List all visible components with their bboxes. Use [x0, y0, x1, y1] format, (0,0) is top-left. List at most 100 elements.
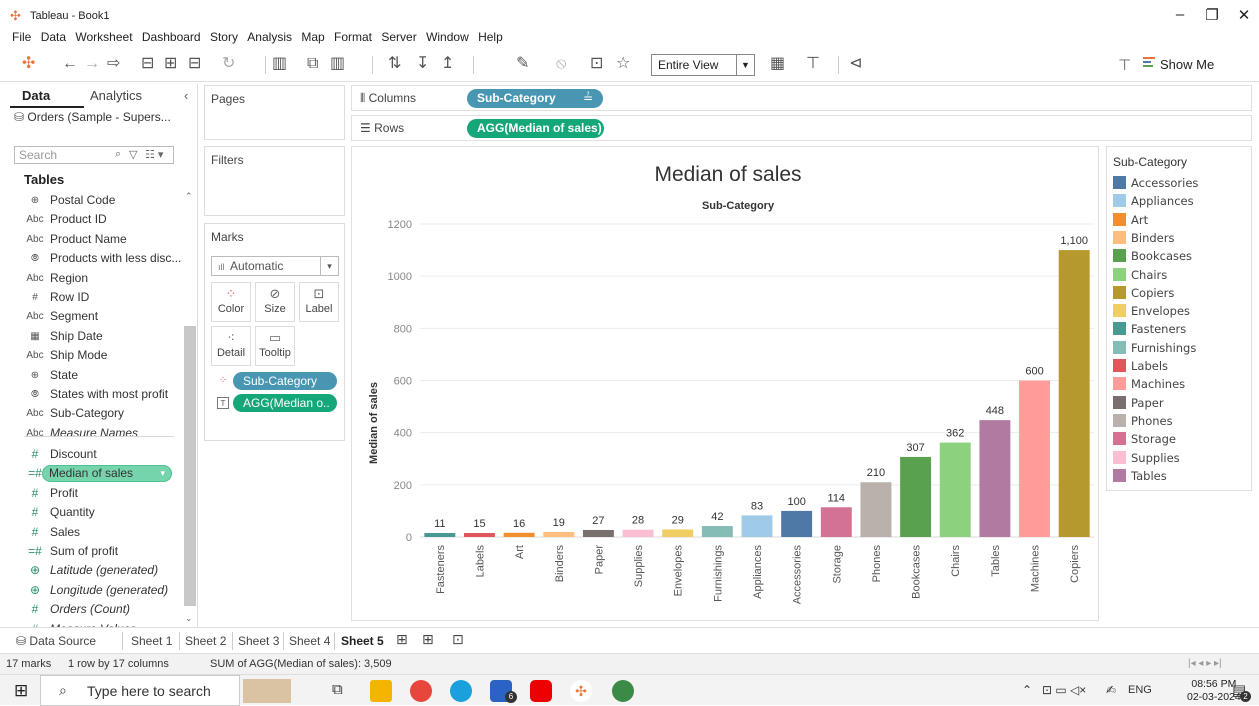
color-pill-sub-category[interactable]: Sub-Category: [233, 372, 337, 390]
legend-item[interactable]: Bookcases: [1113, 249, 1192, 267]
presentation-icon[interactable]: ⊤: [806, 55, 820, 73]
menu-format[interactable]: Format: [334, 30, 372, 44]
tab-sheet-4[interactable]: Sheet 4: [289, 634, 330, 648]
bar-appliances[interactable]: [741, 515, 773, 537]
file-explorer-icon[interactable]: [370, 680, 392, 702]
legend-item[interactable]: Paper: [1113, 395, 1164, 414]
bar-copiers[interactable]: [1058, 250, 1090, 537]
duplicate-sheet-icon[interactable]: ⧉: [307, 55, 318, 73]
field-item[interactable]: Abc Product Name: [0, 230, 182, 249]
menu-map[interactable]: Map: [301, 30, 324, 44]
new-dashboard-icon[interactable]: ⊞: [422, 631, 434, 648]
view-options-icon[interactable]: ☷ ▾: [145, 148, 163, 161]
bar-art[interactable]: [503, 532, 535, 537]
color-legend[interactable]: Sub-Category Accessories Appliances Art Bin…: [1106, 146, 1252, 491]
field-item[interactable]: # Discount: [0, 445, 182, 464]
sort-descending-icon[interactable]: ↥: [441, 55, 454, 73]
save-icon[interactable]: ⊟: [141, 55, 154, 73]
field-item[interactable]: ⊕ Latitude (generated): [0, 561, 182, 580]
tab-analytics[interactable]: Analytics: [90, 88, 142, 103]
windows-start-icon[interactable]: ⊞: [14, 681, 28, 701]
field-item[interactable]: Abc Region: [0, 269, 182, 288]
filter-icon[interactable]: ▽: [129, 148, 137, 161]
datasource-item[interactable]: ⛁ Orders (Sample - Supers...: [14, 110, 171, 124]
task-view-icon[interactable]: ⧉: [332, 681, 343, 698]
field-item[interactable]: ⦾ States with most profit: [0, 385, 182, 404]
field-list-scrollbar[interactable]: ⌃ ⌄: [182, 191, 196, 623]
rows-shelf[interactable]: ☰ Rows AGG(Median of sales): [351, 115, 1252, 141]
replay-icon[interactable]: ⇨: [107, 55, 120, 73]
new-story-icon[interactable]: ⊡: [452, 631, 464, 648]
bar-accessories[interactable]: [781, 510, 813, 537]
group-icon[interactable]: ⦸: [556, 55, 566, 73]
sort-ascending-icon[interactable]: ↧: [416, 55, 429, 73]
columns-shelf[interactable]: ⦀ Columns Sub-Category ≟: [351, 85, 1252, 111]
highlight-icon[interactable]: ✎: [516, 55, 529, 73]
field-item[interactable]: Abc Product ID: [0, 210, 182, 229]
clear-sheet-icon[interactable]: ▥: [330, 55, 345, 73]
color-button[interactable]: ⁘ Color: [211, 282, 251, 322]
bar-paper[interactable]: [582, 529, 614, 537]
tooltip-button[interactable]: ▭ Tooltip: [255, 326, 295, 366]
tab-sheet-5[interactable]: Sheet 5: [341, 634, 384, 648]
legend-item[interactable]: Art: [1113, 212, 1148, 231]
legend-item[interactable]: Labels: [1113, 359, 1168, 377]
menu-worksheet[interactable]: Worksheet: [75, 30, 132, 44]
field-item[interactable]: ⊕ Longitude (generated): [0, 581, 182, 600]
tray-apps-icon[interactable]: ⊡ ▭ ◁×: [1042, 683, 1086, 697]
new-worksheet-icon[interactable]: ⊞: [396, 631, 408, 648]
legend-item[interactable]: Tables: [1113, 468, 1167, 487]
filters-card[interactable]: Filters: [204, 146, 345, 216]
bar-bookcases[interactable]: [900, 456, 932, 537]
label-pill-median[interactable]: AGG(Median o..: [233, 394, 337, 412]
pin-icon[interactable]: ⊤: [1118, 56, 1131, 74]
field-item[interactable]: =# Median of sales: [0, 464, 182, 483]
chrome-icon[interactable]: [410, 680, 432, 702]
legend-item[interactable]: Copiers: [1113, 285, 1174, 304]
tableau-home-icon[interactable]: ✣: [22, 55, 35, 73]
legend-item[interactable]: Machines: [1113, 377, 1185, 395]
field-item[interactable]: # Sales: [0, 523, 182, 542]
legend-item[interactable]: Chairs: [1113, 267, 1167, 286]
pen-icon[interactable]: ✍: [1106, 683, 1116, 697]
bar-envelopes[interactable]: [662, 529, 694, 537]
field-item[interactable]: # Orders (Count): [0, 600, 182, 619]
tab-sheet-1[interactable]: Sheet 1: [131, 634, 172, 648]
menu-file[interactable]: File: [12, 30, 31, 44]
search-input[interactable]: Search ⌕ ▽ ☷ ▾: [14, 146, 174, 164]
data-source-tab[interactable]: ⛁ Data Source: [16, 634, 96, 648]
menu-server[interactable]: Server: [381, 30, 416, 44]
rows-pill-median-of-sales[interactable]: AGG(Median of sales): [467, 119, 604, 138]
bar-storage[interactable]: [820, 507, 852, 537]
field-item[interactable]: # Quantity: [0, 503, 182, 522]
tray-chevron-icon[interactable]: ⌃: [1022, 683, 1032, 697]
menu-data[interactable]: Data: [41, 30, 66, 44]
menu-story[interactable]: Story: [210, 30, 238, 44]
label-button[interactable]: ⊡ Label: [299, 282, 339, 322]
share-icon[interactable]: ⊲: [849, 55, 862, 73]
legend-item[interactable]: Envelopes: [1113, 304, 1190, 322]
legend-item[interactable]: Phones: [1113, 413, 1173, 432]
tab-sheet-3[interactable]: Sheet 3: [238, 634, 279, 648]
field-item[interactable]: ⊕ Postal Code: [0, 191, 182, 210]
chrome-profile-icon[interactable]: [612, 680, 634, 702]
legend-item[interactable]: Storage: [1113, 432, 1176, 450]
field-item[interactable]: Abc Ship Mode: [0, 346, 182, 365]
pin-axes-icon[interactable]: ☆: [616, 55, 630, 73]
collapse-pane-icon[interactable]: ‹: [184, 88, 188, 103]
detail-button[interactable]: ⁖ Detail: [211, 326, 251, 366]
bar-binders[interactable]: [543, 532, 575, 537]
field-item[interactable]: ⊕ State: [0, 366, 182, 385]
refresh-icon[interactable]: ↻: [222, 55, 235, 73]
swap-icon[interactable]: ⇅: [388, 55, 401, 73]
close-button[interactable]: ✕: [1229, 6, 1259, 24]
edge-icon[interactable]: [450, 680, 472, 702]
legend-item[interactable]: Accessories: [1113, 176, 1198, 194]
bar-chairs[interactable]: [939, 442, 971, 537]
minimize-button[interactable]: –: [1165, 6, 1195, 23]
field-item[interactable]: ▦ Ship Date: [0, 327, 182, 346]
field-item[interactable]: # Profit: [0, 484, 182, 503]
show-mark-labels-icon[interactable]: ⊡: [590, 55, 603, 73]
legend-item[interactable]: Fasteners: [1113, 322, 1186, 340]
field-item[interactable]: =# Sum of profit: [0, 542, 182, 561]
